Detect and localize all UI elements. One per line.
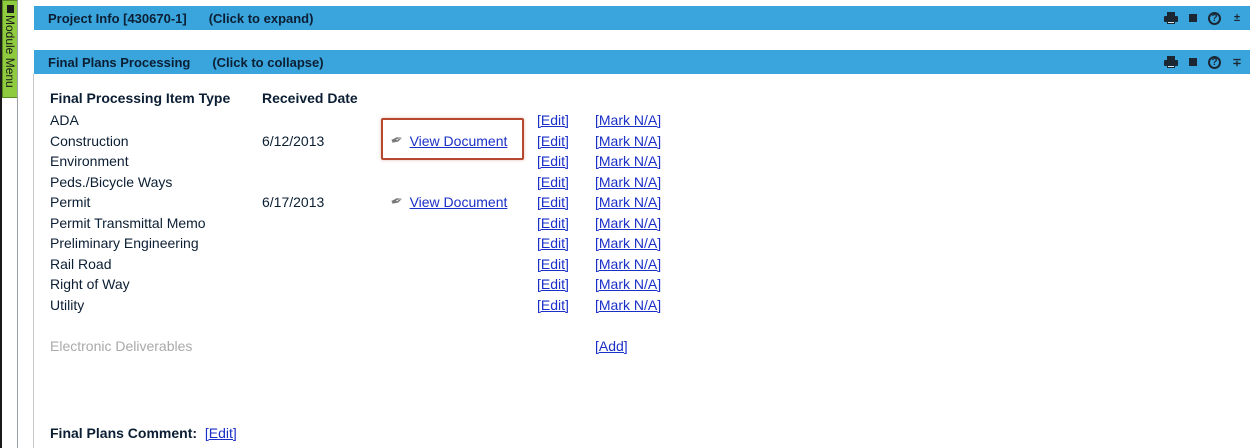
edit-link[interactable]: [Edit] <box>537 131 569 151</box>
item-type: Permit <box>50 194 91 210</box>
mark-na-link[interactable]: [Mark N/A] <box>595 110 661 130</box>
collapse-hint[interactable]: (Click to collapse) <box>212 55 323 70</box>
module-menu-label: Module Menu <box>3 15 17 88</box>
view-document-link[interactable]: View Document <box>410 192 508 212</box>
project-info-tools: ? ± <box>1164 6 1242 30</box>
table-row: Peds./Bicycle Ways [Edit] [Mark N/A] <box>0 172 1250 192</box>
print-icon[interactable] <box>1164 12 1178 24</box>
print-icon[interactable] <box>1164 56 1178 68</box>
final-plans-tools: ? ∓ <box>1164 50 1242 74</box>
table-row: Permit 6/17/2013 ✒ View Document [Edit] [Mark… <box>0 191 1250 212</box>
edit-link[interactable]: [Edit] <box>537 110 569 130</box>
module-menu-icon <box>6 5 14 13</box>
item-type: Peds./Bicycle Ways <box>50 173 173 190</box>
module-menu-tab[interactable]: Module Menu <box>2 0 18 98</box>
comment-edit-link[interactable]: [Edit] <box>205 425 237 441</box>
electronic-deliverables-label: Electronic Deliverables <box>50 338 193 354</box>
item-type: Environment <box>50 153 129 169</box>
item-type: ADA <box>50 112 79 128</box>
header-item-type: Final Processing Item Type <box>50 90 231 106</box>
table-row: Right of Way [Edit] [Mark N/A] <box>0 274 1250 294</box>
edit-link[interactable]: [Edit] <box>537 213 569 233</box>
project-info-header[interactable]: Project Info [430670-1] (Click to expand… <box>34 6 1250 30</box>
edit-link[interactable]: [Edit] <box>537 295 569 315</box>
edit-link[interactable]: [Edit] <box>537 233 569 253</box>
mark-na-link[interactable]: [Mark N/A] <box>595 131 661 151</box>
table-row: Utility [Edit] [Mark N/A] <box>0 295 1250 315</box>
table-row: Environment [Edit] [Mark N/A] <box>0 151 1250 171</box>
document-cell: ✒ View Document <box>388 191 508 212</box>
mark-na-link[interactable]: [Mark N/A] <box>595 192 661 212</box>
mark-na-link[interactable]: [Mark N/A] <box>595 213 661 233</box>
received-date: 6/17/2013 <box>262 194 325 210</box>
item-type: Rail Road <box>50 255 112 272</box>
mark-na-link[interactable]: [Mark N/A] <box>595 233 661 253</box>
comment-label: Final Plans Comment: <box>50 425 198 441</box>
item-type: Utility <box>50 296 85 313</box>
item-type: Preliminary Engineering <box>50 235 199 251</box>
mark-na-link[interactable]: [Mark N/A] <box>595 172 661 192</box>
collapse-toggle-icon[interactable]: ∓ <box>1232 56 1242 69</box>
item-type: Right of Way <box>50 276 130 292</box>
final-plans-title: Final Plans Processing <box>48 54 191 70</box>
stop-icon[interactable] <box>1189 58 1197 66</box>
edit-link[interactable]: [Edit] <box>537 172 569 192</box>
edit-link[interactable]: [Edit] <box>537 192 569 212</box>
highlight-annotation <box>381 118 524 160</box>
table-row: ADA [Edit] [Mark N/A] <box>0 110 1250 130</box>
add-deliverable-link[interactable]: [Add] <box>595 338 628 354</box>
final-plans-header[interactable]: Final Plans Processing (Click to collaps… <box>34 50 1250 74</box>
header-received-date: Received Date <box>262 90 358 106</box>
item-type: Permit Transmittal Memo <box>50 214 206 231</box>
expand-hint[interactable]: (Click to expand) <box>209 11 314 26</box>
received-date: 6/12/2013 <box>262 132 325 149</box>
project-info-title: Project Info [430670-1] <box>48 10 187 26</box>
edit-link[interactable]: [Edit] <box>537 151 569 171</box>
table-row: Rail Road [Edit] [Mark N/A] <box>0 254 1250 274</box>
expand-toggle-icon[interactable]: ± <box>1232 12 1242 24</box>
edit-link[interactable]: [Edit] <box>537 254 569 274</box>
edit-link[interactable]: [Edit] <box>537 274 569 294</box>
mark-na-link[interactable]: [Mark N/A] <box>595 274 661 294</box>
table-row: Construction 6/12/2013 ✒ View Document [Edit… <box>0 130 1250 151</box>
help-icon[interactable]: ? <box>1208 55 1221 69</box>
item-type: Construction <box>50 132 129 149</box>
table-row: Preliminary Engineering [Edit] [Mark N/A] <box>0 233 1250 253</box>
final-plans-comment: Final Plans Comment: [Edit] <box>50 425 237 441</box>
table-row: Permit Transmittal Memo [Edit] [Mark N/A] <box>0 213 1250 233</box>
mark-na-link[interactable]: [Mark N/A] <box>595 254 661 274</box>
paperclip-icon: ✒ <box>388 191 406 212</box>
help-icon[interactable]: ? <box>1208 11 1221 25</box>
mark-na-link[interactable]: [Mark N/A] <box>595 151 661 171</box>
mark-na-link[interactable]: [Mark N/A] <box>595 295 661 315</box>
stop-icon[interactable] <box>1189 14 1197 22</box>
